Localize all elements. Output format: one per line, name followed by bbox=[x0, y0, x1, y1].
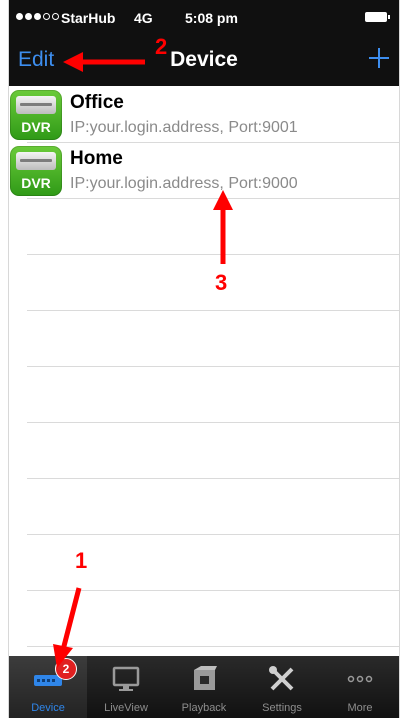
tab-device[interactable]: 2 Device bbox=[9, 656, 87, 718]
device-list: DVR Office IP:your.login.address, Port:9… bbox=[9, 86, 399, 656]
status-time: 5:08 pm bbox=[185, 10, 238, 26]
row-divider bbox=[27, 646, 399, 647]
device-name: Home bbox=[70, 148, 123, 169]
carrier-name: StarHub bbox=[61, 10, 116, 26]
signal-dot bbox=[52, 13, 59, 20]
row-divider bbox=[27, 310, 399, 311]
dvr-box-graphic bbox=[16, 96, 56, 114]
header: StarHub 4G 5:08 pm Edit Device bbox=[9, 0, 399, 86]
dvr-icon-label: DVR bbox=[21, 119, 51, 135]
signal-dot bbox=[34, 13, 41, 20]
signal-dot bbox=[25, 13, 32, 20]
tab-playback[interactable]: Playback bbox=[165, 656, 243, 718]
device-name: Office bbox=[70, 92, 124, 113]
battery-icon bbox=[365, 12, 390, 22]
annotation-label-2: 2 bbox=[155, 34, 168, 59]
tab-more[interactable]: More bbox=[321, 656, 399, 718]
row-divider bbox=[27, 254, 399, 255]
tab-settings[interactable]: Settings bbox=[243, 656, 321, 718]
row-divider bbox=[27, 198, 399, 199]
row-divider bbox=[27, 590, 399, 591]
device-row-office[interactable]: DVR Office IP:your.login.address, Port:9… bbox=[9, 86, 399, 142]
playback-icon bbox=[189, 664, 219, 694]
row-divider bbox=[27, 142, 399, 143]
dvr-icon: DVR bbox=[10, 146, 62, 196]
monitor-icon bbox=[111, 664, 141, 694]
status-bar: StarHub 4G 5:08 pm bbox=[9, 0, 399, 38]
signal-strength-icon bbox=[16, 13, 59, 20]
dvr-icon-label: DVR bbox=[21, 175, 51, 191]
tab-label: Settings bbox=[262, 702, 302, 714]
tab-bar: 2 Device LiveView Playback Settings More bbox=[9, 656, 399, 718]
tools-icon bbox=[267, 664, 297, 694]
tab-label: More bbox=[347, 702, 373, 714]
tab-label: LiveView bbox=[104, 702, 148, 714]
device-address: IP:your.login.address, Port:9000 bbox=[70, 175, 298, 192]
tab-label: Device bbox=[31, 702, 65, 714]
device-address: IP:your.login.address, Port:9001 bbox=[70, 119, 298, 136]
signal-dot bbox=[16, 13, 23, 20]
signal-dot bbox=[43, 13, 50, 20]
row-divider bbox=[27, 478, 399, 479]
network-type: 4G bbox=[134, 10, 153, 26]
tab-label: Playback bbox=[181, 702, 227, 714]
navigation-bar: Edit Device bbox=[9, 38, 399, 86]
dvr-box-graphic bbox=[16, 152, 56, 170]
phone-screen: StarHub 4G 5:08 pm Edit Device DVR Offic… bbox=[8, 0, 400, 718]
edit-button[interactable]: Edit bbox=[18, 48, 54, 72]
annotation-label-3: 3 bbox=[215, 270, 228, 295]
tab-liveview[interactable]: LiveView bbox=[87, 656, 165, 718]
row-divider bbox=[27, 534, 399, 535]
more-dots-icon bbox=[345, 664, 375, 694]
row-divider bbox=[27, 422, 399, 423]
row-divider bbox=[27, 366, 399, 367]
plus-icon[interactable] bbox=[369, 48, 389, 68]
dvr-icon: DVR bbox=[10, 90, 62, 140]
annotation-label-1: 1 bbox=[75, 548, 88, 573]
notification-badge: 2 bbox=[55, 658, 77, 680]
device-row-home[interactable]: DVR Home IP:your.login.address, Port:900… bbox=[9, 142, 399, 198]
page-title: Device bbox=[170, 48, 238, 71]
